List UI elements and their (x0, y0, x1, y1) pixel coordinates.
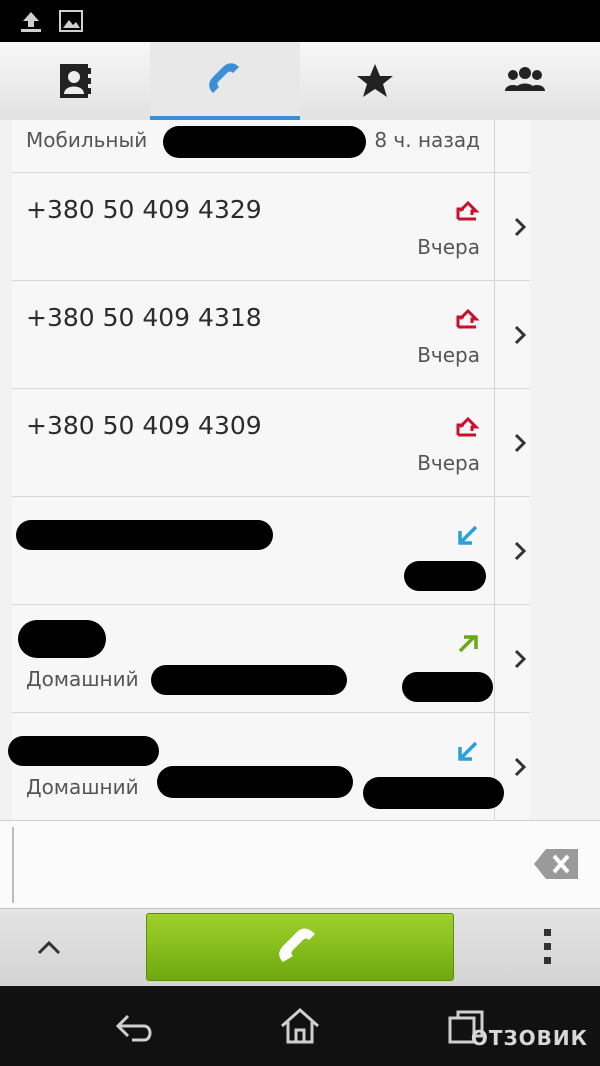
chevron-up-icon[interactable] (36, 937, 62, 957)
call-log-row[interactable]: +380 50 409 4329 Вчера (12, 173, 530, 281)
chevron-right-icon[interactable] (508, 647, 532, 671)
redacted-contact (16, 520, 273, 550)
tab-groups[interactable] (450, 42, 600, 120)
chevron-right-icon[interactable] (508, 539, 532, 563)
image-icon (59, 10, 83, 32)
missed-call-icon (456, 417, 480, 437)
call-log-row[interactable]: +380 50 409 4318 Вчера (12, 281, 530, 389)
chevron-right-icon[interactable] (508, 755, 532, 779)
call-time: Вчера (417, 451, 480, 475)
redacted-status (340, 6, 510, 40)
dial-input[interactable] (0, 820, 600, 909)
phone-icon (279, 928, 315, 962)
incoming-call-icon (458, 525, 478, 545)
groups-icon (505, 67, 545, 91)
chevron-right-icon[interactable] (508, 431, 532, 455)
redacted-number (163, 126, 366, 158)
call-log-entry[interactable]: +380 50 409 4318 Вчера (12, 281, 495, 388)
number-type: Домашний (26, 775, 139, 799)
tab-favorites[interactable] (300, 42, 450, 120)
chevron-right-icon[interactable] (508, 215, 532, 239)
phone-number: +380 50 409 4309 (26, 411, 262, 440)
tab-calls[interactable] (150, 42, 300, 120)
redacted-number (157, 766, 353, 798)
chevron-right-icon[interactable] (508, 323, 532, 347)
redacted-contact (18, 620, 106, 658)
call-log-list: Мобильный 8 ч. назад +380 50 409 4329 Вч… (0, 120, 600, 820)
call-time: 8 ч. назад (374, 128, 480, 152)
outgoing-call-icon (458, 635, 478, 653)
phone-number: +380 50 409 4329 (26, 195, 262, 224)
redacted-contact (8, 736, 159, 766)
overflow-menu-icon[interactable] (538, 927, 558, 967)
redacted-status (515, 2, 600, 36)
upload-icon (21, 12, 41, 32)
dialer-action-bar (0, 908, 600, 987)
call-log-row[interactable]: +380 50 409 4309 Вчера (12, 389, 530, 497)
missed-call-icon (456, 201, 480, 221)
redacted-time (404, 561, 486, 591)
status-bar (0, 0, 600, 42)
call-time: Вчера (417, 235, 480, 259)
redacted-time (363, 777, 504, 809)
call-time: Вчера (417, 343, 480, 367)
call-log-entry[interactable]: +380 50 409 4309 Вчера (12, 389, 495, 496)
missed-call-icon (456, 309, 480, 329)
text-cursor (12, 827, 14, 903)
watermark-logo: ОТЗОВИК (470, 1026, 588, 1050)
number-type: Домашний (26, 667, 139, 691)
redacted-time (402, 672, 493, 702)
number-type: Мобильный (26, 128, 148, 152)
phone-number: +380 50 409 4318 (26, 303, 262, 332)
phone-icon (209, 63, 239, 93)
backspace-icon[interactable] (532, 847, 580, 881)
back-icon[interactable] (112, 1012, 156, 1044)
tab-bar (0, 42, 600, 121)
redacted-number (151, 665, 347, 695)
tab-contacts[interactable] (0, 42, 150, 120)
call-log-entry[interactable]: +380 50 409 4329 Вчера (12, 173, 495, 280)
star-icon (357, 64, 393, 97)
contacts-book-icon (60, 64, 91, 98)
home-icon[interactable] (278, 1006, 322, 1046)
call-button[interactable] (146, 913, 454, 981)
incoming-call-icon (458, 741, 478, 761)
